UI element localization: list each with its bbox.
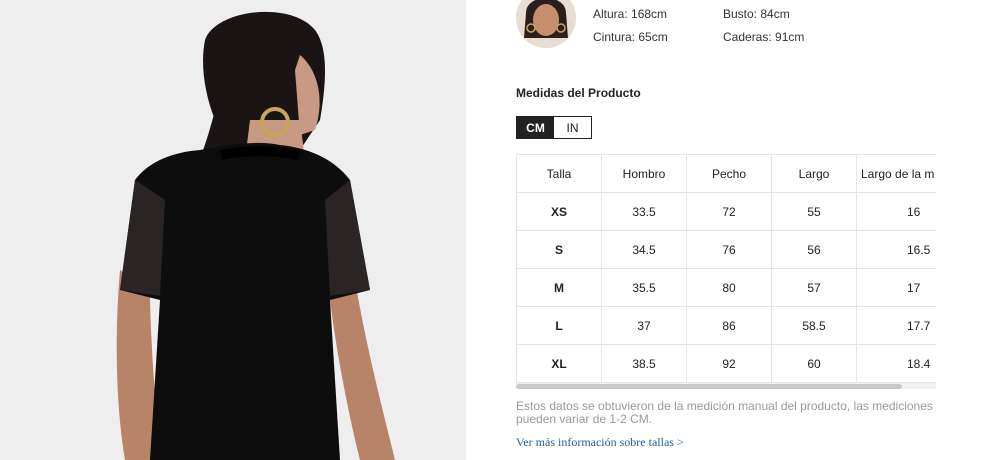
model-height: Altura: 168cm: [593, 7, 668, 21]
model-avatar: [516, 0, 576, 48]
table-header-row: Talla Hombro Pecho Largo Largo de la m: [516, 154, 936, 193]
header-length: Largo: [771, 154, 857, 193]
table-cell: 72: [686, 192, 772, 231]
header-sleeve-length: Largo de la m: [856, 154, 936, 193]
table-row: XL 38.5 92 60 18.4: [516, 344, 936, 383]
table-cell: 58.5: [771, 306, 857, 345]
measurement-note: Estos datos se obtuvieron de la medición…: [516, 399, 933, 426]
unit-in-button[interactable]: IN: [554, 117, 591, 138]
table-row: S 34.5 76 56 16.5: [516, 230, 936, 269]
table-cell: 18.4: [856, 344, 936, 383]
size-cell: S: [516, 230, 602, 269]
table-cell: 17: [856, 268, 936, 307]
size-cell: M: [516, 268, 602, 307]
table-cell: 56: [771, 230, 857, 269]
size-info-link[interactable]: Ver más información sobre tallas >: [516, 435, 684, 450]
size-cell: XS: [516, 192, 602, 231]
size-cell: L: [516, 306, 602, 345]
product-photo: [0, 0, 466, 460]
header-size: Talla: [516, 154, 602, 193]
table-cell: 35.5: [601, 268, 687, 307]
unit-cm-button[interactable]: CM: [517, 117, 554, 138]
section-title: Medidas del Producto: [516, 86, 641, 100]
header-shoulder: Hombro: [601, 154, 687, 193]
table-cell: 57: [771, 268, 857, 307]
table-cell: 60: [771, 344, 857, 383]
table-cell: 38.5: [601, 344, 687, 383]
scrollbar-thumb[interactable]: [516, 384, 902, 389]
model-waist: Cintura: 65cm: [593, 30, 668, 44]
table-cell: 34.5: [601, 230, 687, 269]
table-cell: 55: [771, 192, 857, 231]
table-horizontal-scrollbar[interactable]: [516, 383, 936, 389]
table-cell: 80: [686, 268, 772, 307]
table-cell: 37: [601, 306, 687, 345]
table-row: XS 33.5 72 55 16: [516, 192, 936, 231]
table-row: M 35.5 80 57 17: [516, 268, 936, 307]
model-hips: Caderas: 91cm: [723, 30, 805, 44]
table-cell: 33.5: [601, 192, 687, 231]
product-details-panel: Altura: 168cm Busto: 84cm Cintura: 65cm …: [466, 0, 1003, 460]
table-cell: 16: [856, 192, 936, 231]
header-chest: Pecho: [686, 154, 772, 193]
table-row: L 37 86 58.5 17.7: [516, 306, 936, 345]
table-cell: 17.7: [856, 306, 936, 345]
table-cell: 76: [686, 230, 772, 269]
size-cell: XL: [516, 344, 602, 383]
table-cell: 92: [686, 344, 772, 383]
table-cell: 86: [686, 306, 772, 345]
table-cell: 16.5: [856, 230, 936, 269]
model-bust: Busto: 84cm: [723, 7, 790, 21]
size-table: Talla Hombro Pecho Largo Largo de la m X…: [516, 154, 936, 383]
size-table-container[interactable]: Talla Hombro Pecho Largo Largo de la m X…: [516, 154, 936, 387]
unit-toggle: CM IN: [516, 116, 592, 139]
